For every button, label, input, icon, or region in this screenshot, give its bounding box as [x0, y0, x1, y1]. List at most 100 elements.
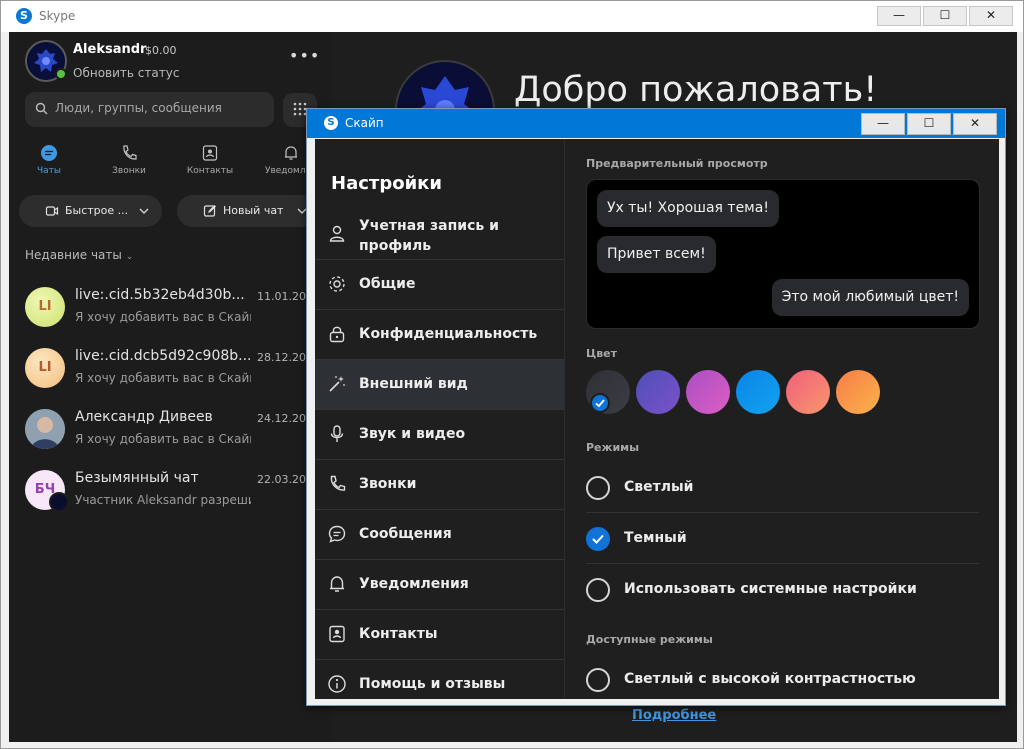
chat-date: 28.12.2020 [257, 351, 311, 364]
learn-more-link[interactable]: Подробнее [632, 708, 716, 723]
preview-message: Привет всем! [597, 236, 716, 273]
chat-preview: Я хочу добавить вас в Скайп [75, 371, 251, 385]
nav-item-messages[interactable]: Сообщения [315, 510, 564, 560]
nav-item-help[interactable]: Помощь и отзывы [315, 660, 564, 699]
phone-icon [123, 145, 137, 160]
new-chat-button[interactable]: Новый чат [177, 195, 319, 227]
chat-preview: Участник Aleksandr разрешил [75, 493, 251, 507]
color-swatch-magenta[interactable] [686, 370, 730, 414]
skype-logo-icon: S [16, 8, 32, 24]
mode-option-high-contrast[interactable]: Светлый с высокой контрастностью [586, 655, 979, 699]
chat-avatar: LI [25, 348, 65, 388]
settings-titlebar: S Скайп — ☐ ✕ [307, 109, 1005, 138]
chat-date: 24.12.2020 [257, 412, 311, 425]
nav-item-label: Сообщения [359, 526, 452, 542]
chat-date: 22.03.2018 [257, 473, 311, 486]
minimize-button[interactable]: — [877, 6, 921, 26]
preview-message: Ух ты! Хорошая тема! [597, 190, 779, 227]
tab-contacts[interactable]: Контакты [175, 144, 245, 184]
chat-date: 11.01.2021 [257, 290, 311, 303]
search-input[interactable]: Люди, группы, сообщения [25, 92, 274, 127]
color-swatch-violet[interactable] [636, 370, 680, 414]
radio-button-checked[interactable] [586, 527, 610, 551]
settings-window-title: Скайп [345, 116, 384, 130]
nav-item-label: Внешний вид [359, 376, 468, 392]
mode-option-system[interactable]: Использовать системные настройки [586, 565, 979, 615]
main-titlebar: S Skype — ☐ ✕ [1, 1, 1023, 32]
close-button[interactable]: ✕ [969, 6, 1013, 26]
radio-button[interactable] [586, 578, 610, 602]
nav-item-label: Контакты [359, 626, 438, 642]
radio-button[interactable] [586, 668, 610, 692]
preview-section-label: Предварительный просмотр [586, 157, 768, 170]
tab-chats[interactable]: Чаты [14, 144, 84, 184]
nav-item-audio-video[interactable]: Звук и видео [315, 410, 564, 460]
quick-meeting-label: Быстрое ... [65, 204, 129, 217]
color-section-label: Цвет [586, 347, 618, 360]
chevron-down-icon: ⌄ [125, 252, 134, 262]
profile-balance[interactable]: $0.00 [145, 44, 177, 57]
contacts-icon [202, 145, 218, 161]
search-icon [35, 102, 48, 115]
color-swatch-orange[interactable] [836, 370, 880, 414]
welcome-title: Добро пожаловать! [514, 70, 878, 110]
chat-title: Александр Дивеев [75, 409, 213, 425]
tab-calls[interactable]: Звонки [94, 144, 164, 184]
nav-item-calls[interactable]: Звонки [315, 460, 564, 510]
info-icon [328, 675, 346, 693]
nav-item-notifications[interactable]: Уведомления [315, 560, 564, 610]
online-status-icon [55, 68, 67, 80]
nav-item-privacy[interactable]: Конфиденциальность [315, 310, 564, 360]
mode-option-light[interactable]: Светлый [586, 463, 979, 513]
nav-item-label: Помощь и отзывы [359, 676, 506, 692]
skype-logo-icon: S [324, 116, 338, 130]
color-swatch-blue[interactable] [736, 370, 780, 414]
available-modes-section-label: Доступные режимы [586, 633, 713, 646]
magic-wand-icon [329, 376, 345, 392]
chat-list-item[interactable]: БЧ Безымянный чат 22.03.2018 Участник Al… [9, 460, 331, 521]
person-icon [329, 225, 345, 242]
nav-item-contacts[interactable]: Контакты [315, 610, 564, 660]
mode-option-dark[interactable]: Темный [586, 514, 979, 564]
chat-list-item[interactable]: LI live:.cid.dcb5d92c908b... 28.12.2020 … [9, 338, 331, 399]
profile-name[interactable]: Aleksandr [73, 42, 146, 57]
theme-preview: Ух ты! Хорошая тема! Привет всем! Это мо… [586, 179, 980, 329]
more-options-button[interactable]: ••• [289, 46, 320, 65]
maximize-button[interactable]: ☐ [923, 6, 967, 26]
radio-button[interactable] [586, 476, 610, 500]
minimize-button[interactable]: — [861, 113, 905, 135]
recent-chats-label: Недавние чаты [25, 248, 122, 262]
nav-item-general[interactable]: Общие [315, 260, 564, 310]
nav-item-label: Уведомления [359, 576, 469, 592]
bell-icon [285, 146, 297, 160]
chat-preview: Я хочу добавить вас в Скайп [75, 310, 251, 324]
mode-option-label: Светлый [624, 479, 694, 495]
update-status-link[interactable]: Обновить статус [73, 66, 179, 80]
quick-meeting-button[interactable]: Быстрое ... [19, 195, 162, 227]
settings-nav: Настройки Учетная запись и профиль Общие [315, 139, 565, 699]
nav-item-label: Звук и видео [359, 426, 466, 442]
tab-calls-label: Звонки [112, 166, 146, 176]
recent-chats-header[interactable]: Недавние чаты ⌄ [25, 248, 133, 262]
chat-list-item[interactable]: LI live:.cid.5b32eb4d30b... 11.01.2021 Я… [9, 277, 331, 338]
search-placeholder: Люди, группы, сообщения [55, 101, 222, 115]
close-button[interactable]: ✕ [953, 113, 997, 135]
compose-icon [203, 205, 216, 217]
lock-icon [329, 326, 345, 343]
color-swatch-coral[interactable] [786, 370, 830, 414]
message-icon [328, 525, 346, 543]
contacts-icon [329, 625, 345, 643]
chat-icon [41, 145, 57, 161]
nav-item-appearance[interactable]: Внешний вид [315, 360, 564, 410]
maximize-button[interactable]: ☐ [907, 113, 951, 135]
mode-option-label: Использовать системные настройки [624, 581, 917, 597]
nav-item-label: Звонки [359, 476, 417, 492]
chat-list-item[interactable]: Александр Дивеев 24.12.2020 Я хочу добав… [9, 399, 331, 460]
chat-title: live:.cid.5b32eb4d30b... [75, 287, 245, 303]
tab-contacts-label: Контакты [186, 166, 234, 176]
mode-option-label: Темный [624, 530, 687, 546]
bell-icon [330, 576, 344, 592]
phone-icon [330, 475, 346, 491]
mode-option-label: Светлый с высокой контрастностью [624, 671, 916, 687]
nav-item-account[interactable]: Учетная запись и профиль [315, 210, 564, 260]
